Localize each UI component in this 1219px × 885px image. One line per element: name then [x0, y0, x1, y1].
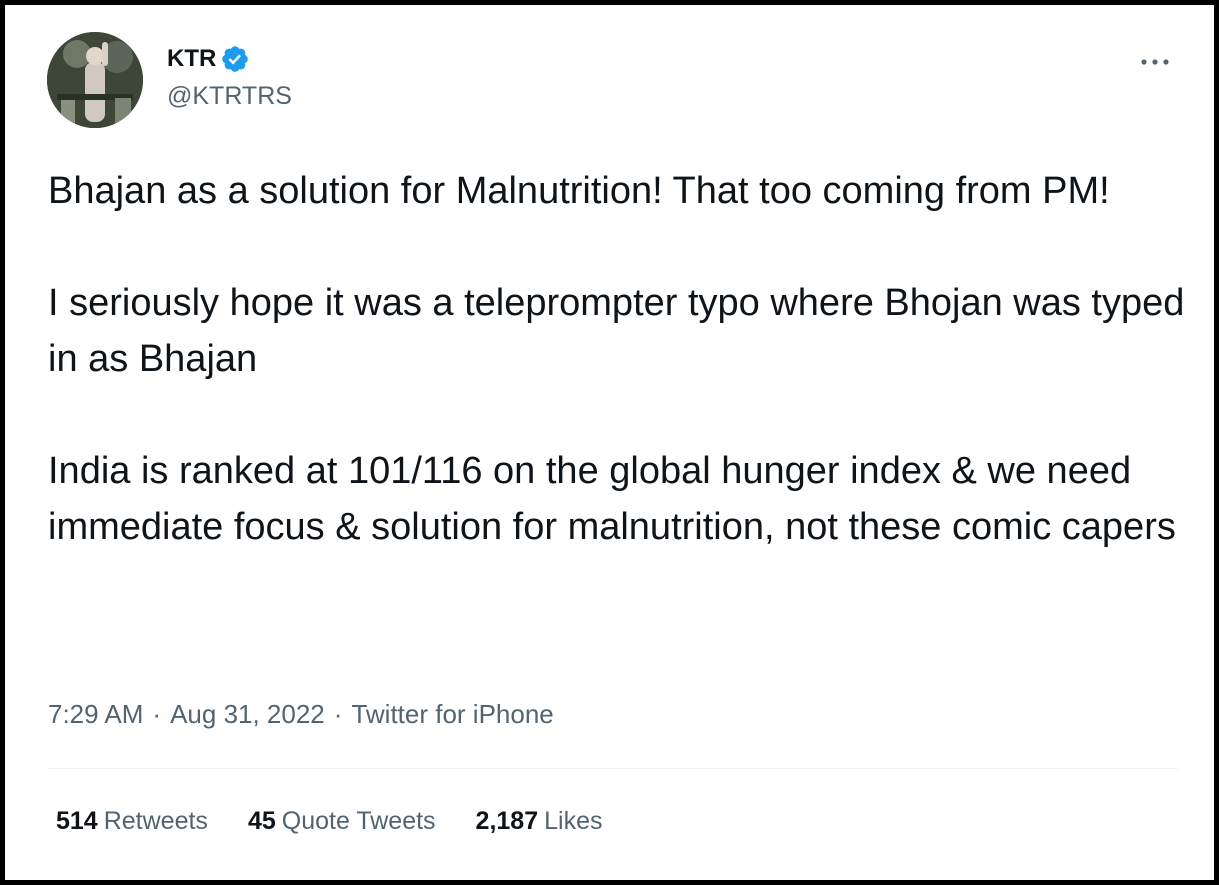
author-name[interactable]: KTR — [167, 45, 216, 73]
tweet-stats: 514 Retweets 45 Quote Tweets 2,187 Likes — [56, 807, 642, 836]
tweet-card: KTR @KTRTRS Bhajan as a solution for Mal… — [0, 0, 1219, 885]
more-dots-icon — [1141, 59, 1169, 65]
tweet-date[interactable]: Aug 31, 2022 — [170, 699, 325, 730]
tweet-paragraph: India is ranked at 101/116 on the global… — [48, 450, 1176, 548]
quote-tweets-count: 45 — [247, 807, 276, 835]
tweet-time[interactable]: 7:29 AM — [48, 699, 143, 730]
retweets-label: Retweets — [103, 807, 208, 835]
avatar-photo — [47, 32, 143, 128]
verified-badge-icon — [222, 46, 249, 72]
separator-dot: · — [333, 699, 343, 729]
tweet-paragraph: I seriously hope it was a teleprompter t… — [48, 282, 1185, 380]
tweet-paragraph: Bhajan as a solution for Malnutrition! T… — [48, 170, 1110, 212]
retweets-stat[interactable]: 514 Retweets — [56, 807, 208, 836]
author-name-row[interactable]: KTR — [167, 41, 250, 77]
separator-dot: · — [152, 699, 162, 729]
tweet-text: Bhajan as a solution for Malnutrition! T… — [48, 163, 1188, 555]
likes-count: 2,187 — [475, 807, 539, 835]
quote-tweets-stat[interactable]: 45 Quote Tweets — [248, 807, 436, 836]
divider — [48, 768, 1178, 769]
author-handle[interactable]: @KTRTRS — [167, 82, 292, 111]
tweet-metadata: 7:29 AM · Aug 31, 2022 · Twitter for iPh… — [48, 699, 554, 730]
more-options-button[interactable] — [1140, 43, 1170, 73]
likes-label: Likes — [544, 807, 603, 835]
tweet-source[interactable]: Twitter for iPhone — [351, 699, 553, 730]
quote-tweets-label: Quote Tweets — [281, 807, 436, 835]
likes-stat[interactable]: 2,187 Likes — [476, 807, 603, 836]
avatar[interactable] — [47, 32, 143, 128]
retweets-count: 514 — [56, 807, 98, 835]
